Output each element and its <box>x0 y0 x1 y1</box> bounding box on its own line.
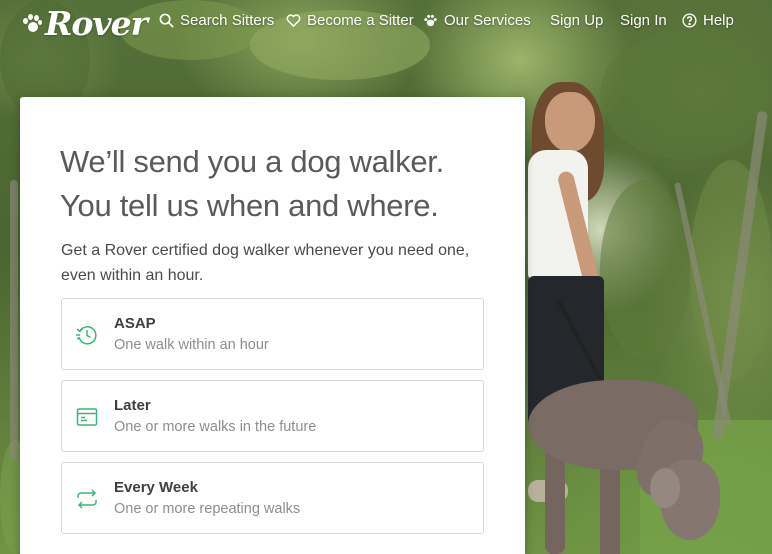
nav-label: Sign Up <box>550 12 604 29</box>
nav-label: Become a Sitter <box>307 12 414 29</box>
subtitle-line-2: even within an hour. <box>61 267 204 284</box>
headline-line-1: We’ll send you a dog walker. <box>60 144 444 179</box>
foliage <box>600 180 690 360</box>
option-title: Later <box>114 397 151 414</box>
subtitle: Get a Rover certified dog walker wheneve… <box>61 238 501 288</box>
heart-icon <box>286 14 301 28</box>
page-title: We’ll send you a dog walker. You tell us… <box>60 140 510 228</box>
repeat-icon <box>77 489 97 509</box>
booking-card: We’ll send you a dog walker. You tell us… <box>20 97 525 554</box>
nav-label: Help <box>703 12 734 29</box>
top-nav: Rover Search Sitters Become a Sitter Our… <box>0 0 772 44</box>
person-head <box>545 92 595 152</box>
tree-trunk <box>10 180 18 460</box>
dog-leg <box>600 460 620 554</box>
nav-search-sitters[interactable]: Search Sitters <box>159 12 274 29</box>
dog-ear <box>650 468 680 508</box>
nav-help[interactable]: Help <box>682 12 734 29</box>
foliage <box>600 30 770 160</box>
option-description: One or more repeating walks <box>114 501 301 517</box>
nav-label: Sign In <box>620 12 667 29</box>
clock-icon <box>76 326 97 345</box>
rover-logo[interactable]: Rover <box>22 4 148 43</box>
option-title: Every Week <box>114 479 198 496</box>
option-description: One or more walks in the future <box>114 419 317 435</box>
calendar-icon <box>76 408 98 426</box>
headline-line-2: You tell us when and where. <box>60 188 439 223</box>
brand-name: Rover <box>45 4 148 43</box>
paw-icon <box>424 14 437 27</box>
nav-our-services[interactable]: Our Services <box>423 12 531 29</box>
option-every-week[interactable]: Every Week One or more repeating walks <box>61 462 484 534</box>
option-description: One walk within an hour <box>114 337 269 353</box>
nav-sign-up[interactable]: Sign Up <box>550 12 603 29</box>
search-icon <box>159 13 174 28</box>
option-later[interactable]: Later One or more walks in the future <box>61 380 484 452</box>
nav-become-a-sitter[interactable]: Become a Sitter <box>286 12 414 29</box>
nav-label: Search Sitters <box>180 12 275 29</box>
option-asap[interactable]: ASAP One walk within an hour <box>61 298 484 370</box>
nav-sign-in[interactable]: Sign In <box>620 12 667 29</box>
paw-logo-icon <box>22 13 42 34</box>
subtitle-line-1: Get a Rover certified dog walker wheneve… <box>61 242 470 259</box>
dog-leg <box>545 450 565 554</box>
option-title: ASAP <box>114 315 156 332</box>
nav-label: Our Services <box>444 12 531 29</box>
question-circle-icon <box>682 13 697 28</box>
